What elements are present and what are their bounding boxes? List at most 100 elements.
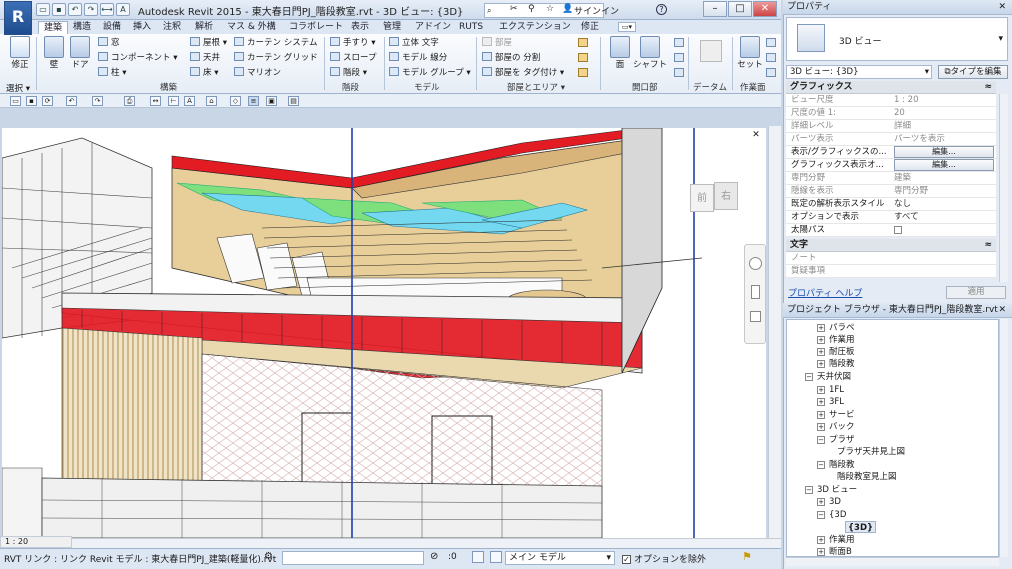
area-boundary-icon[interactable] — [578, 53, 588, 62]
roof-button[interactable]: 屋根 ▾ — [190, 37, 227, 50]
tab-view[interactable]: 表示 — [346, 21, 374, 34]
browser-horizontal-scrollbar[interactable] — [786, 557, 999, 566]
railing-button[interactable]: 手すり ▾ — [330, 37, 375, 50]
view-scale-control[interactable]: 1 : 20 — [0, 536, 72, 548]
select-dropdown[interactable]: 選択 ▾ — [6, 82, 30, 94]
tree-item[interactable]: 階段教室見上図 — [837, 471, 897, 483]
pan-icon[interactable] — [751, 285, 760, 299]
shaft-button[interactable]: シャフト — [632, 36, 668, 70]
tree-item-active-view[interactable]: {3D} — [845, 521, 877, 533]
tree-item[interactable]: プラザ天井見上図 — [837, 446, 905, 458]
property-row[interactable]: 表示/グラフィックスの... 編集... — [786, 146, 996, 159]
type-selector[interactable]: 3D ビュー ▾ — [786, 17, 1008, 61]
tree-item[interactable]: + 断面B — [817, 546, 852, 556]
tag-room-button[interactable]: 部屋を タグ付け ▾ — [482, 67, 564, 80]
viewcube[interactable]: 前 右 — [690, 182, 742, 216]
tree-item[interactable]: + 作業用 — [817, 534, 855, 546]
tab-massing[interactable]: マス & 外構 — [222, 21, 281, 34]
communication-icon[interactable]: ⚲ — [528, 4, 535, 14]
close-hidden-icon[interactable]: ▣ — [266, 96, 277, 106]
workset-icon[interactable]: ⚙ — [264, 551, 273, 562]
window-button[interactable]: 窓 — [98, 37, 120, 50]
workset-selector[interactable] — [282, 551, 424, 565]
model-text-button[interactable]: 立体 文字 — [389, 37, 439, 50]
wall-opening-icon[interactable] — [674, 38, 684, 47]
component-button[interactable]: コンポーネント ▾ — [98, 52, 177, 65]
property-row[interactable]: オプションで表示 すべて — [786, 211, 996, 224]
show-workplane-icon[interactable] — [766, 38, 776, 47]
viewcube-right-face[interactable]: 右 — [714, 182, 738, 210]
redo-icon[interactable]: ↷ — [84, 3, 98, 16]
close-view-icon[interactable]: ✕ — [751, 130, 761, 140]
thin-lines-icon[interactable]: ≡ — [248, 96, 259, 106]
level-grid-icon[interactable] — [700, 40, 722, 62]
tab-manage[interactable]: 管理 — [378, 21, 406, 34]
modify-button[interactable]: 修正 — [4, 36, 36, 70]
ramp-button[interactable]: スロープ — [330, 52, 377, 65]
property-row[interactable]: ノート — [786, 252, 996, 265]
property-row[interactable]: 詳細レベル 詳細 — [786, 120, 996, 133]
property-row[interactable]: ビュー尺度 1 : 20 — [786, 94, 996, 107]
zoom-icon[interactable] — [750, 311, 761, 322]
text-group-header[interactable]: 文字 ≈ — [786, 239, 996, 252]
3d-view-canvas[interactable] — [2, 128, 766, 538]
open-icon[interactable]: ▭ — [36, 3, 50, 16]
mullion-button[interactable]: マリオン — [234, 67, 281, 80]
room-button[interactable]: 部屋 — [482, 37, 512, 50]
tree-item[interactable]: − プラザ — [817, 434, 855, 446]
subscription-icon[interactable]: ✂ — [510, 4, 518, 14]
tab-structure[interactable]: 構造 — [68, 21, 96, 34]
tree-item[interactable]: + サービ — [817, 409, 855, 421]
tab-analyze[interactable]: 解析 — [190, 21, 218, 34]
viewer-icon[interactable] — [766, 68, 776, 77]
design-options-icon[interactable] — [472, 551, 484, 563]
apply-button[interactable]: 適用 — [946, 286, 1006, 299]
door-button[interactable]: ドア — [64, 36, 96, 70]
curtain-grid-button[interactable]: カーテン グリッド — [234, 52, 318, 65]
warning-filter-icon[interactable]: ⚑ — [742, 550, 752, 563]
text-icon[interactable]: A — [116, 3, 130, 16]
model-line-button[interactable]: モデル 線分 — [389, 52, 447, 65]
sync-icon[interactable]: ⟳ — [42, 96, 53, 106]
undo-icon[interactable]: ↶ — [68, 3, 82, 16]
tree-item[interactable]: −3D ビュー — [805, 484, 857, 496]
property-row[interactable]: 太陽パス — [786, 224, 996, 237]
properties-scrollbar[interactable] — [999, 94, 1008, 282]
app-menu-button[interactable]: R — [4, 1, 32, 35]
tag-area-icon[interactable] — [578, 68, 588, 77]
tree-item[interactable]: + 作業用 — [817, 334, 855, 346]
tab-systems[interactable]: 設備 — [98, 21, 126, 34]
area-icon[interactable] — [578, 38, 588, 47]
section-icon[interactable]: ◇ — [230, 96, 241, 106]
steering-wheel-icon[interactable] — [749, 257, 762, 270]
tab-annotate[interactable]: 注釈 — [158, 21, 186, 34]
curtain-system-button[interactable]: カーテン システム — [234, 37, 317, 50]
horizontal-scrollbar[interactable] — [0, 538, 781, 548]
tree-item[interactable]: − 階段教 — [817, 459, 855, 471]
close-button[interactable]: ✕ — [753, 1, 777, 17]
save-file-icon[interactable]: ▪ — [26, 96, 37, 106]
property-row[interactable]: グラフィックス表示オ... 編集... — [786, 159, 996, 172]
model-group-button[interactable]: モデル グループ ▾ — [389, 67, 471, 80]
tree-item[interactable]: +3FL — [817, 396, 844, 408]
minimize-button[interactable]: – — [703, 1, 727, 17]
property-row[interactable]: 既定の解析表示スタイル なし — [786, 198, 996, 211]
graphics-group-header[interactable]: グラフィックス ≈ — [786, 81, 996, 94]
vertical-scrollbar[interactable] — [768, 126, 781, 538]
tab-addins[interactable]: アドイン — [410, 21, 456, 34]
ref-plane-icon[interactable] — [766, 53, 776, 62]
text-tool-icon[interactable]: A — [184, 96, 195, 106]
tree-item[interactable]: + バック — [817, 421, 855, 433]
tree-item[interactable]: − 天井伏図 — [805, 371, 851, 383]
vertical-opening-icon[interactable] — [674, 53, 684, 62]
tab-ruts[interactable]: RUTS — [454, 21, 488, 34]
tab-extensions[interactable]: エクステンション — [494, 21, 576, 34]
set-workplane-button[interactable]: セット — [734, 36, 766, 70]
tree-item[interactable]: +3D — [817, 496, 841, 508]
property-row[interactable]: パーツ表示 パーツを表示 — [786, 133, 996, 146]
ribbon-minimize-icon[interactable]: ▭▾ — [618, 22, 636, 32]
stair-button[interactable]: 階段 ▾ — [330, 67, 367, 80]
tree-item[interactable]: + 階段教 — [817, 358, 855, 370]
column-button[interactable]: 柱 ▾ — [98, 67, 126, 80]
ceiling-button[interactable]: 天井 — [190, 52, 220, 65]
